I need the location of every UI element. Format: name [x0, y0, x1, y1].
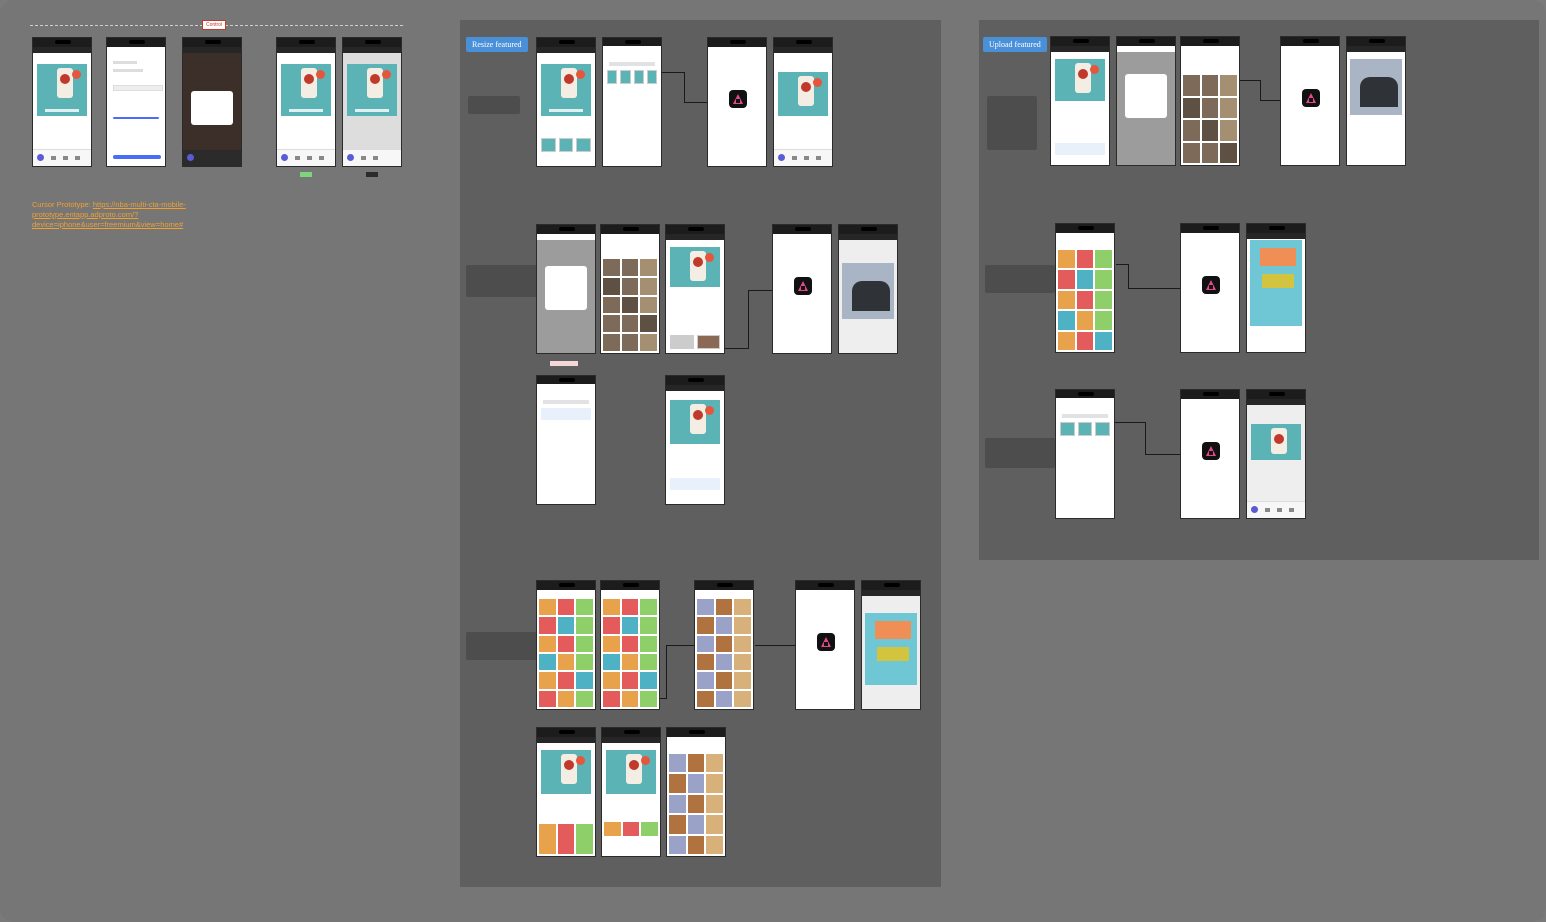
section-label-resize: Resize featured — [466, 37, 528, 52]
flow-connector — [1116, 264, 1129, 289]
annotation-note — [468, 96, 520, 114]
upload-frame-permission[interactable] — [1116, 36, 1176, 166]
flow-connector — [660, 645, 667, 699]
annotation-note — [985, 438, 1055, 468]
flow-connector — [684, 102, 707, 103]
resize-frame-permission[interactable] — [536, 224, 596, 354]
adobe-express-logo-icon — [817, 633, 835, 651]
resize-frame-loading-2[interactable] — [772, 224, 832, 354]
status-tag — [550, 361, 578, 366]
flow-connector — [662, 72, 685, 103]
upload-frame-home[interactable] — [1050, 36, 1110, 166]
flow-connector — [755, 645, 795, 646]
section-label-upload: Upload featured — [983, 37, 1047, 52]
upload-frame-loading-2[interactable] — [1180, 223, 1240, 353]
resize-frame-result[interactable] — [773, 37, 833, 167]
flow-connector — [666, 645, 694, 646]
resize-frame-poster-result[interactable] — [861, 580, 921, 710]
resize-frame-loading-3[interactable] — [795, 580, 855, 710]
flow-connector — [1115, 422, 1146, 455]
resize-frame-home[interactable] — [536, 37, 596, 167]
resize-frame-empty-sheet[interactable] — [536, 375, 596, 505]
status-tag — [366, 172, 378, 177]
adobe-express-logo-icon — [1302, 89, 1320, 107]
adobe-express-logo-icon — [1202, 276, 1220, 294]
control-tag: Control — [202, 20, 227, 30]
flow-connector — [1145, 454, 1180, 455]
upload-frame-photos[interactable] — [1180, 36, 1240, 166]
upload-frame-loading[interactable] — [1280, 36, 1340, 166]
flow-connector — [748, 290, 772, 291]
control-frame-result[interactable] — [276, 37, 336, 167]
adobe-express-logo-icon — [1202, 442, 1220, 460]
resize-frame-templates[interactable] — [536, 580, 596, 710]
upload-frame-resize-sheet[interactable] — [1055, 389, 1115, 519]
flow-connector — [1128, 288, 1180, 289]
flow-connector — [1240, 80, 1261, 101]
control-frame-loading[interactable] — [182, 37, 242, 167]
resize-frame-templates-2[interactable] — [600, 580, 660, 710]
flow-connector — [725, 290, 749, 349]
control-frame-settings[interactable] — [106, 37, 166, 167]
upload-frame-photo-result[interactable] — [1346, 36, 1406, 166]
resize-frame-search-results[interactable] — [666, 727, 726, 857]
upload-frame-templates[interactable] — [1055, 223, 1115, 353]
annotation-note — [987, 96, 1037, 150]
upload-frame-loading-3[interactable] — [1180, 389, 1240, 519]
control-frame-home[interactable] — [32, 37, 92, 167]
canvas: Control Cursor Prototype: https://nba-mu — [0, 0, 1546, 922]
resize-frame-photo-result[interactable] — [838, 224, 898, 354]
flow-connector — [1260, 100, 1280, 101]
resize-frame-template-results[interactable] — [694, 580, 754, 710]
resize-frame-canvas-3[interactable] — [536, 727, 596, 857]
adobe-express-logo-icon — [729, 90, 747, 108]
prototype-link-prefix: Cursor Prototype: — [32, 200, 93, 209]
status-tag — [300, 172, 312, 177]
annotation-note — [466, 632, 540, 660]
control-frame-result-alt[interactable] — [342, 37, 402, 167]
resize-frame-canvas-2[interactable] — [665, 375, 725, 505]
resize-frame-canvas-4[interactable] — [601, 727, 661, 857]
resize-frame-photos[interactable] — [600, 224, 660, 354]
upload-frame-poster-result[interactable] — [1246, 223, 1306, 353]
resize-frame-sheet[interactable] — [602, 37, 662, 167]
resize-frame-loading[interactable] — [707, 37, 767, 167]
prototype-link[interactable]: Cursor Prototype: https://nba-multi-cta-… — [32, 200, 212, 230]
upload-frame-resize-result[interactable] — [1246, 389, 1306, 519]
adobe-express-logo-icon — [794, 277, 812, 295]
resize-frame-canvas[interactable] — [665, 224, 725, 354]
annotation-note — [466, 265, 540, 297]
annotation-note — [985, 265, 1055, 293]
